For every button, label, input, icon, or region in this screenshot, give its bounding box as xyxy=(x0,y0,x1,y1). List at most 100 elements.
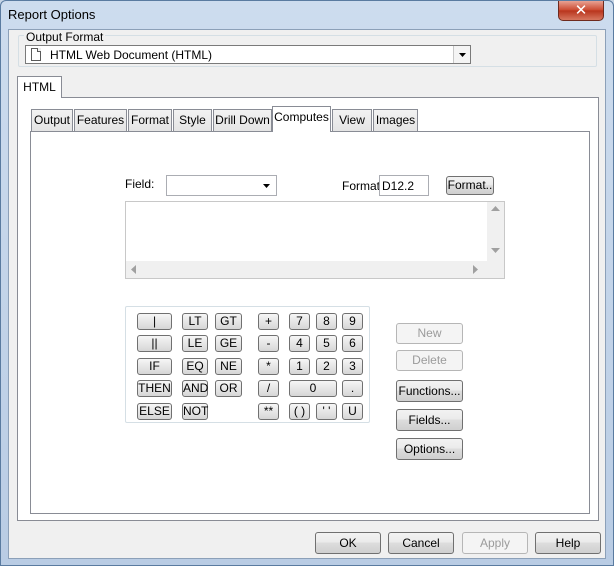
key-plus[interactable]: + xyxy=(258,313,279,330)
tab-drill-down-label: Drill Down xyxy=(215,113,270,127)
key-parentheses[interactable]: ( ) xyxy=(289,403,310,420)
key-minus[interactable]: - xyxy=(258,335,279,352)
tab-html[interactable]: HTML xyxy=(17,76,62,98)
tab-view-label: View xyxy=(339,113,365,127)
key-lt-label: LT xyxy=(188,314,202,328)
key-gt[interactable]: GT xyxy=(215,313,242,330)
close-button[interactable]: ✕ xyxy=(558,1,604,21)
key-bar[interactable]: | xyxy=(137,313,172,330)
new-button-label: New xyxy=(417,326,442,340)
tab-output[interactable]: Output xyxy=(31,109,73,131)
tab-features[interactable]: Features xyxy=(74,109,127,131)
key-gt-label: GT xyxy=(220,314,237,328)
output-format-value: HTML Web Document (HTML) xyxy=(50,48,213,62)
key-9[interactable]: 9 xyxy=(342,313,363,330)
key-and-label: AND xyxy=(183,381,209,395)
scroll-up-icon[interactable] xyxy=(491,206,500,212)
key-dot-label: . xyxy=(350,381,355,395)
format-button-label: Format.. xyxy=(447,178,493,192)
key-8[interactable]: 8 xyxy=(316,313,337,330)
key-3-label: 3 xyxy=(349,359,356,373)
dialog-body: Output Format HTML Web Document (HTML) H… xyxy=(8,29,606,559)
options-button-label: Options... xyxy=(403,442,456,456)
key-dot[interactable]: . xyxy=(342,380,363,397)
fields-button-label: Fields... xyxy=(408,413,451,427)
tab-style-label: Style xyxy=(179,113,206,127)
scroll-right-icon[interactable] xyxy=(473,265,479,274)
key-divide-label: / xyxy=(266,381,271,395)
scroll-left-icon[interactable] xyxy=(131,265,137,274)
key-3[interactable]: 3 xyxy=(342,358,363,375)
key-le[interactable]: LE xyxy=(182,335,208,352)
computes-panel: Field: Format: D12.2 Format.. | LT GT + … xyxy=(30,131,590,514)
key-divide[interactable]: / xyxy=(258,380,279,397)
horizontal-scrollbar[interactable] xyxy=(126,261,504,278)
cancel-button-label: Cancel xyxy=(402,536,440,550)
chevron-down-icon[interactable] xyxy=(453,46,470,63)
key-not[interactable]: NOT xyxy=(182,403,208,420)
key-and[interactable]: AND xyxy=(182,380,208,397)
key-7-label: 7 xyxy=(296,314,303,328)
key-7[interactable]: 7 xyxy=(289,313,310,330)
key-not-label: NOT xyxy=(183,404,209,418)
tab-images[interactable]: Images xyxy=(373,109,418,131)
key-u-label: U xyxy=(348,404,357,418)
ok-button-label: OK xyxy=(339,536,357,550)
key-minus-label: - xyxy=(266,336,271,350)
scroll-down-icon[interactable] xyxy=(491,248,500,254)
key-6[interactable]: 6 xyxy=(342,335,363,352)
key-1-label: 1 xyxy=(296,359,303,373)
format-button[interactable]: Format.. xyxy=(446,176,494,195)
key-plus-label: + xyxy=(264,314,272,328)
key-power[interactable]: ** xyxy=(258,403,279,420)
cancel-button[interactable]: Cancel xyxy=(388,532,454,554)
key-1[interactable]: 1 xyxy=(289,358,310,375)
options-button[interactable]: Options... xyxy=(396,438,463,460)
output-format-select[interactable]: HTML Web Document (HTML) xyxy=(25,45,471,64)
tab-drill-down[interactable]: Drill Down xyxy=(213,109,272,131)
chevron-down-icon[interactable] xyxy=(260,178,274,193)
key-then[interactable]: THEN xyxy=(137,380,172,397)
key-else[interactable]: ELSE xyxy=(137,403,172,420)
key-lt[interactable]: LT xyxy=(182,313,208,330)
key-eq-label: EQ xyxy=(186,359,204,373)
key-4[interactable]: 4 xyxy=(289,335,310,352)
title-bar[interactable]: Report Options ✕ xyxy=(1,1,613,29)
tab-style[interactable]: Style xyxy=(173,109,212,131)
key-quotes[interactable]: ' ' xyxy=(316,403,337,420)
new-button[interactable]: New xyxy=(396,323,463,344)
key-ge[interactable]: GE xyxy=(215,335,242,352)
ok-button[interactable]: OK xyxy=(315,532,381,554)
key-u[interactable]: U xyxy=(342,403,363,420)
vertical-scrollbar[interactable] xyxy=(487,202,504,262)
delete-button-label: Delete xyxy=(412,353,447,367)
delete-button[interactable]: Delete xyxy=(396,350,463,371)
key-5[interactable]: 5 xyxy=(316,335,337,352)
key-0[interactable]: 0 xyxy=(289,380,337,397)
key-8-label: 8 xyxy=(323,314,330,328)
key-double-bar[interactable]: || xyxy=(137,335,172,352)
key-or-label: OR xyxy=(219,381,238,395)
key-ne[interactable]: NE xyxy=(215,358,242,375)
help-button[interactable]: Help xyxy=(535,532,601,554)
format-input[interactable]: D12.2 xyxy=(379,175,429,196)
tab-images-label: Images xyxy=(375,113,416,127)
apply-button[interactable]: Apply xyxy=(462,532,528,554)
key-5-label: 5 xyxy=(323,336,330,350)
tab-computes-label: Computes xyxy=(274,110,329,124)
tab-view[interactable]: View xyxy=(332,109,372,131)
key-if[interactable]: IF xyxy=(137,358,172,375)
functions-button[interactable]: Functions... xyxy=(396,380,463,402)
fields-button[interactable]: Fields... xyxy=(396,409,463,431)
key-or[interactable]: OR xyxy=(215,380,242,397)
key-4-label: 4 xyxy=(296,336,303,350)
key-2[interactable]: 2 xyxy=(316,358,337,375)
format-label: Format: xyxy=(342,179,384,193)
key-multiply[interactable]: * xyxy=(258,358,279,375)
tab-computes[interactable]: Computes xyxy=(272,106,331,132)
field-select[interactable] xyxy=(166,175,277,196)
report-options-window: Report Options ✕ Output Format HTML Web … xyxy=(0,0,614,566)
expression-textarea[interactable] xyxy=(125,201,505,279)
key-eq[interactable]: EQ xyxy=(182,358,208,375)
tab-format[interactable]: Format xyxy=(128,109,172,131)
